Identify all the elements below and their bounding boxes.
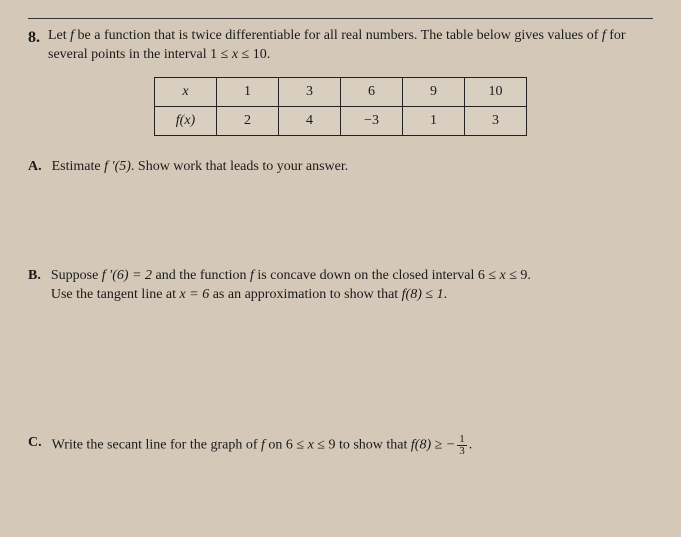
pb-1d: ≤ 9. <box>506 268 531 283</box>
part-b: B. Suppose f ′(6) = 2 and the function f… <box>28 267 653 305</box>
part-a-label: A. <box>28 158 42 177</box>
pb-expr1: f ′(6) = 2 <box>102 268 152 283</box>
table-cell-x-label: x <box>155 77 217 106</box>
question-number: 8. <box>28 27 40 65</box>
table-cell: 1 <box>217 77 279 106</box>
table-cell: −3 <box>341 106 403 135</box>
pb-expr3: f(8) ≤ 1 <box>402 287 444 302</box>
pb-1a: Suppose <box>51 268 102 283</box>
fraction-denominator: 3 <box>457 446 467 457</box>
table-cell: 1 <box>403 106 465 135</box>
part-c-text: Write the secant line for the graph of f… <box>52 434 473 457</box>
horizontal-rule <box>28 18 653 19</box>
part-a-text1: Estimate <box>52 159 105 174</box>
intro-text-4: ≤ 10. <box>238 47 270 62</box>
part-a-text: Estimate f ′(5). Show work that leads to… <box>52 158 349 177</box>
part-b-label: B. <box>28 267 41 305</box>
question-text: Let f be a function that is twice differ… <box>48 27 653 65</box>
data-table: x 1 3 6 9 10 f(x) 2 4 −3 1 3 <box>154 77 527 136</box>
table-cell: 9 <box>403 77 465 106</box>
pc-3: ≤ 9 to show that <box>314 438 411 453</box>
table-row: f(x) 2 4 −3 1 3 <box>155 106 527 135</box>
pb-2a: Use the tangent line at <box>51 287 180 302</box>
part-a-expr: f ′(5) <box>104 159 131 174</box>
part-a-text2: . Show work that leads to your answer. <box>131 159 348 174</box>
table-cell: 4 <box>279 106 341 135</box>
pb-1b: and the function <box>152 268 250 283</box>
table-cell: 10 <box>465 77 527 106</box>
pb-1c: is concave down on the closed interval 6… <box>254 268 500 283</box>
part-c: C. Write the secant line for the graph o… <box>28 434 653 457</box>
part-a: A. Estimate f ′(5). Show work that leads… <box>28 158 653 177</box>
pc-4: . <box>469 438 473 453</box>
part-c-label: C. <box>28 434 42 457</box>
intro-text-1: Let <box>48 28 70 43</box>
table-cell: 2 <box>217 106 279 135</box>
pc-expr1: f(8) ≥ − <box>411 438 455 453</box>
pc-1: Write the secant line for the graph of <box>52 438 261 453</box>
table-row: x 1 3 6 9 10 <box>155 77 527 106</box>
table-cell: 6 <box>341 77 403 106</box>
fraction: 13 <box>457 434 467 457</box>
table-cell: 3 <box>279 77 341 106</box>
intro-text-2: be a function that is twice differentiab… <box>74 28 602 43</box>
pb-2b: as an approximation to show that <box>209 287 401 302</box>
pb-2c: . <box>444 287 448 302</box>
pb-expr2: x = 6 <box>180 287 210 302</box>
pc-2: on 6 ≤ <box>265 438 308 453</box>
table-cell: 3 <box>465 106 527 135</box>
question-intro: 8. Let f be a function that is twice dif… <box>28 27 653 65</box>
part-b-text: Suppose f ′(6) = 2 and the function f is… <box>51 267 531 305</box>
table-cell-fx-label: f(x) <box>155 106 217 135</box>
